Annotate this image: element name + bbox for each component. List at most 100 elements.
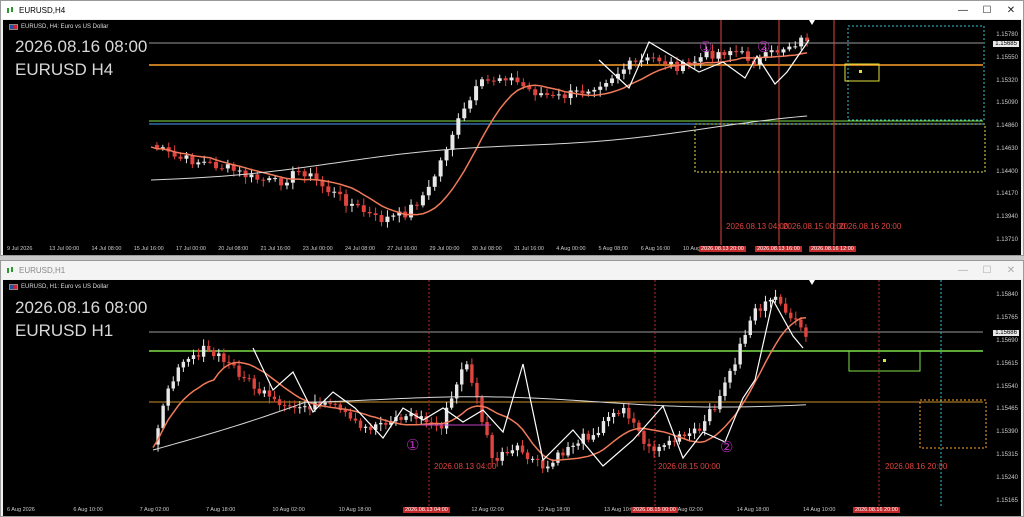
window-titlebar-h1[interactable]: EURUSD,H1 — ☐ ✕ [1, 261, 1023, 279]
candle [460, 369, 464, 385]
candle [379, 422, 383, 425]
time-marker-box: 2026.08.13 16:00 [755, 246, 802, 252]
moving-average-slow [150, 115, 808, 181]
price-tick: 1.15550 [996, 54, 1018, 61]
candle [308, 173, 313, 177]
candle [611, 412, 616, 417]
candle [206, 345, 211, 351]
candle [284, 182, 289, 186]
marker-2: ② [757, 39, 771, 56]
candle [562, 94, 567, 99]
candle [789, 312, 793, 319]
window-title: EURUSD,H4 [19, 5, 66, 15]
candle [196, 162, 201, 165]
candle [651, 57, 656, 59]
candle [799, 319, 803, 328]
maximize-button[interactable]: ☐ [975, 261, 999, 279]
price-tick: 1.15090 [996, 100, 1018, 107]
candle [753, 308, 758, 321]
candle [332, 191, 337, 193]
price-tick: 1.15690 [996, 337, 1018, 344]
candle [353, 418, 358, 421]
candle [485, 79, 490, 81]
candle [580, 90, 585, 94]
price-tick: 1.15765 [996, 314, 1018, 321]
candle [178, 156, 183, 159]
candle [176, 367, 181, 382]
candle [743, 335, 747, 344]
candle [610, 78, 615, 84]
price-tick: 1.15465 [996, 406, 1018, 413]
candle [166, 388, 170, 406]
candle [267, 178, 272, 181]
price-tick: 1.15780 [996, 32, 1018, 38]
time-tick: 7 Aug 02:00 [139, 507, 170, 513]
price-chart-h4[interactable]: EURUSD, H4: Euro vs US Dollar 2026.08.16… [3, 20, 1021, 255]
candle [349, 203, 354, 206]
candle [793, 46, 798, 48]
time-tick: 7 Aug 18:00 [206, 507, 236, 513]
vline-label-2: 2026.08.15 00:00 [658, 462, 721, 471]
time-axis: 6 Aug 2026 6 Aug 10:00 7 Aug 02:00 7 Aug 18… [3, 506, 1021, 516]
time-tick: 31 Jul 16:00 [514, 246, 544, 252]
candle [302, 171, 307, 177]
chart-window-h4: EURUSD,H4 — ☐ ✕ EURUSD, H4: Euro vs US D… [0, 0, 1024, 256]
candle [748, 320, 752, 336]
candle [438, 160, 443, 177]
time-tick: 4 Aug 00:00 [556, 246, 586, 252]
candle [781, 49, 786, 53]
candle [279, 178, 284, 186]
candle [227, 362, 231, 364]
time-tick: 14 Aug 10:00 [803, 507, 836, 513]
zone-box [694, 123, 986, 173]
candle [787, 46, 792, 50]
candle [475, 382, 479, 398]
minimize-button[interactable]: — [951, 1, 975, 19]
candle [326, 186, 331, 193]
time-tick: 5 Aug 08:00 [598, 246, 628, 252]
candle [491, 80, 496, 82]
candle [252, 378, 256, 389]
candle [184, 155, 189, 159]
candle [667, 440, 671, 446]
candle [358, 420, 363, 428]
candle [692, 61, 697, 63]
candle [296, 171, 301, 173]
window-titlebar-h4[interactable]: EURUSD,H4 — ☐ ✕ [1, 1, 1023, 19]
candle [277, 399, 282, 406]
candle [576, 443, 580, 446]
candle [734, 51, 739, 53]
candle [432, 176, 437, 187]
moving-average-slow [152, 396, 806, 451]
candle [214, 161, 219, 169]
close-button[interactable]: ✕ [999, 261, 1023, 279]
time-tick: 14 Aug 18:00 [736, 507, 770, 513]
candle [367, 211, 372, 214]
candle [768, 299, 773, 302]
moving-average [150, 52, 808, 216]
candle [249, 174, 254, 178]
candle [574, 90, 579, 92]
candle [687, 433, 692, 436]
time-tick: 27 Jul 16:00 [387, 246, 418, 252]
candle [799, 37, 804, 47]
maximize-button[interactable]: ☐ [975, 1, 999, 19]
candle [663, 61, 668, 65]
overlay-symbol: EURUSD H4 [15, 60, 114, 79]
close-button[interactable]: ✕ [999, 1, 1023, 19]
candle [344, 194, 349, 206]
time-tick: 14 Jul 08:00 [91, 246, 122, 252]
candle [713, 409, 717, 411]
candle [716, 52, 721, 59]
current-price-label: 1.15685 [993, 41, 1019, 47]
minimize-button[interactable]: — [951, 261, 975, 279]
candle [202, 161, 207, 163]
candle [450, 134, 455, 150]
price-tick: 1.15540 [996, 383, 1018, 390]
candle [556, 452, 560, 463]
candle [606, 416, 611, 422]
time-marker-box: 2026.08.16 12:00 [809, 246, 856, 252]
candle [495, 457, 499, 461]
candle [775, 50, 780, 53]
price-chart-h1[interactable]: EURUSD, H1: Euro vs US Dollar 2026.08.16… [3, 280, 1021, 516]
